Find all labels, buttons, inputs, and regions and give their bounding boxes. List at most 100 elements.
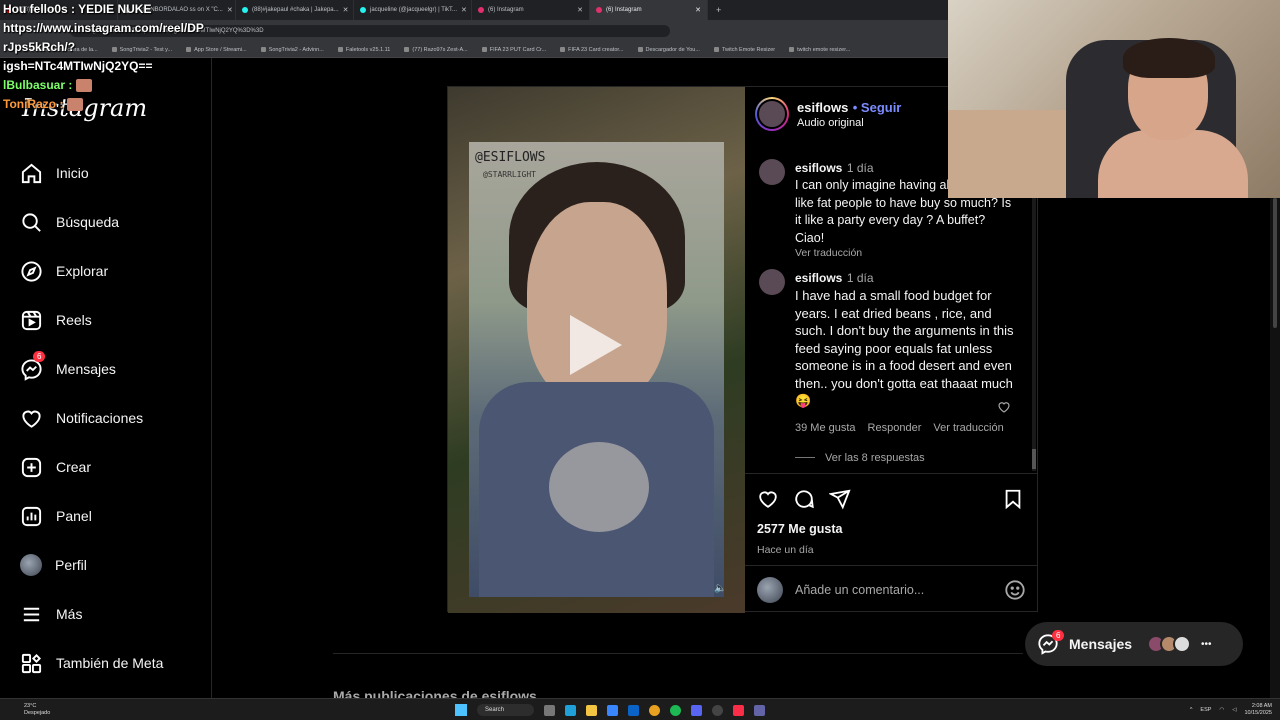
discord-icon[interactable] [691, 704, 703, 716]
follow-button[interactable]: • Seguir [853, 100, 902, 115]
chat-message: Hou fello0s : YEDIE NUKE [3, 2, 152, 16]
reply-button[interactable]: Responder [868, 422, 922, 434]
sidebar-item-panel[interactable]: Panel [20, 501, 92, 531]
messages-pill[interactable]: 6 Mensajes ••• [1025, 622, 1243, 666]
bookmark-icon [789, 47, 795, 52]
comment-time: 1 día [846, 271, 874, 285]
taskbar-apps: Search [455, 699, 766, 720]
sidebar-item-crear[interactable]: Crear [20, 452, 91, 482]
compass-icon [21, 260, 42, 282]
mail-icon[interactable] [628, 704, 640, 716]
task-view-icon[interactable] [544, 704, 556, 716]
chat-username: lBulbasuar : [3, 78, 73, 92]
view-replies[interactable]: Ver las 8 respuestas [795, 452, 1015, 464]
play-icon[interactable] [570, 315, 622, 375]
bookmark[interactable]: Twitch Emote Resizer [713, 47, 775, 53]
browser-tab[interactable]: (6) Instagram ✕ [472, 0, 590, 20]
bookmark-icon [637, 47, 643, 52]
avatar[interactable] [759, 159, 785, 185]
share-icon[interactable] [829, 488, 851, 510]
avatar [1173, 635, 1192, 653]
see-translation-link[interactable]: Ver traducción [795, 247, 1015, 259]
file-explorer-icon[interactable] [586, 704, 598, 716]
browser-tab-active[interactable]: (6) Instagram ✕ [590, 0, 708, 20]
reel-video[interactable]: @ESIFLOWS @STARRLIGHT 🔈 [448, 87, 745, 613]
weather-widget[interactable]: 23°C Despejado [0, 703, 50, 717]
comment-likes[interactable]: 39 Me gusta [795, 422, 856, 434]
close-tab-icon[interactable]: ✕ [695, 6, 701, 14]
bookmark[interactable]: Descargador de You... [637, 47, 700, 53]
author-avatar[interactable] [755, 97, 789, 131]
audio-label[interactable]: Audio original [797, 117, 901, 129]
bookmark[interactable]: FIFA 23 Card creator... [560, 47, 624, 53]
close-tab-icon[interactable]: ✕ [577, 6, 583, 14]
bookmark-icon [481, 47, 487, 52]
video-watermark: @ESIFLOWS [475, 150, 546, 165]
sidebar-item-reels[interactable]: Reels [20, 305, 92, 335]
plus-square-icon [21, 457, 42, 477]
bookmark-icon [713, 47, 719, 52]
taskbar-search[interactable]: Search [477, 704, 535, 716]
shirt-logo [549, 442, 649, 532]
system-tray: ^ ESP ◠ ◁ 2:08 AM 10/15/2025 [1190, 699, 1272, 720]
bookmark[interactable]: (77) Razo97s Zest-A... [404, 47, 468, 53]
sidebar-item-mas[interactable]: Más [20, 599, 82, 629]
chat-message: https://www.instagram.com/reel/DP [3, 21, 204, 35]
stream-chat-overlay: Hou fello0s : YEDIE NUKE https://www.ins… [3, 0, 243, 114]
bookmark[interactable]: FIFA 23 PUT Card Cr... [481, 47, 546, 53]
chrome-icon[interactable] [649, 704, 661, 716]
comment-time: 1 día [846, 161, 874, 175]
sidebar-item-explorar[interactable]: Explorar [20, 256, 108, 286]
clock[interactable]: 2:08 AM 10/15/2025 [1244, 703, 1272, 717]
save-bookmark-icon[interactable] [1002, 488, 1024, 510]
sidebar-item-perfil[interactable]: Perfil [20, 550, 87, 580]
comment-user[interactable]: esiflows [795, 271, 842, 285]
bookmark[interactable]: SongTrivia2 - Advinn... [260, 47, 324, 53]
language-indicator[interactable]: ESP [1200, 707, 1211, 713]
avatar[interactable] [759, 269, 785, 295]
bookmark-icon [337, 47, 343, 52]
post-time: Hace un día [757, 544, 814, 556]
sidebar-item-inicio[interactable]: Inicio [20, 158, 89, 188]
windows-start-icon[interactable] [455, 704, 467, 716]
browser-tab[interactable]: (88)#jakepaul #chaka | Jakepa... ✕ [236, 0, 354, 20]
like-heart-icon[interactable] [757, 488, 779, 510]
sidebar-item-mensajes[interactable]: 6 Mensajes [20, 351, 116, 384]
volume-icon[interactable]: ◁ [1232, 707, 1236, 713]
author-name[interactable]: esiflows [797, 100, 848, 115]
comment-icon[interactable] [793, 488, 815, 510]
teams-icon[interactable] [754, 704, 766, 716]
notification-badge: 6 [33, 351, 46, 362]
like-count[interactable]: 2577 Me gusta [757, 522, 1026, 536]
chevron-up-icon[interactable]: ^ [1190, 707, 1193, 713]
volume-icon[interactable]: 🔈 [714, 583, 728, 597]
bookmark[interactable]: Faletools v25.1.11 [337, 47, 390, 53]
emoji-icon[interactable] [1004, 579, 1026, 601]
home-icon [21, 163, 42, 183]
spotify-icon[interactable] [670, 704, 682, 716]
store-icon[interactable] [607, 704, 619, 716]
sidebar-item-notificaciones[interactable]: Notificaciones [20, 403, 143, 433]
edge-icon[interactable] [565, 704, 577, 716]
music-icon[interactable] [733, 704, 745, 716]
close-tab-icon[interactable]: ✕ [343, 6, 349, 14]
chat-message: lBulbasuar : [3, 76, 243, 95]
wifi-icon[interactable]: ◠ [1219, 707, 1224, 713]
close-tab-icon[interactable]: ✕ [461, 6, 467, 14]
sidebar-item-tambien-de-meta[interactable]: También de Meta [20, 648, 163, 678]
comment-input[interactable]: Añade un comentario... [795, 583, 992, 597]
browser-tab[interactable]: jacqueline (@jacqueelgr) | TikT... ✕ [354, 0, 472, 20]
bookmark[interactable]: twitch emote resizer... [789, 47, 850, 53]
sidebar-item-busqueda[interactable]: Búsqueda [20, 207, 119, 237]
heart-icon [22, 410, 41, 428]
page-scrollbar[interactable] [1270, 198, 1280, 698]
post-actions: 2577 Me gusta Hace un día [745, 473, 1038, 556]
obs-icon[interactable] [712, 704, 724, 716]
comment-text: I have had a small food budget for years… [795, 288, 1014, 408]
new-tab-button[interactable]: + [708, 5, 729, 15]
see-translation-link[interactable]: Ver traducción [933, 422, 1003, 434]
comment-like-icon[interactable] [997, 400, 1011, 414]
chat-message: igsh=NTc4MTIwNjQ2YQ== [3, 59, 153, 73]
replies-line [795, 457, 815, 458]
comment-user[interactable]: esiflows [795, 161, 842, 175]
